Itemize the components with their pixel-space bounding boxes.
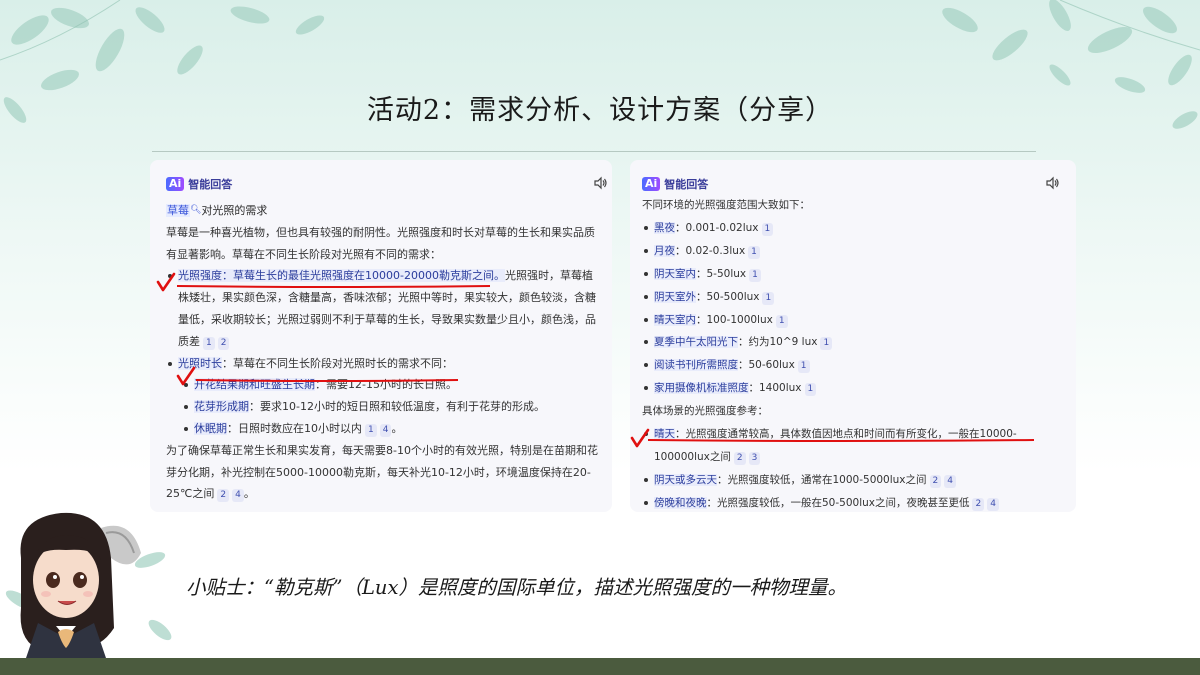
- scene-item-sunny: 晴天：光照强度通常较高，具体数值因地点和时间而有所变化，一般在10000-100…: [642, 423, 1064, 469]
- range-list-item: 晴天室内：100-1000lux 1: [642, 309, 1064, 332]
- sub-item-bud-formation: 花芽形成期：要求10-12小时的短日照和较低温度，有利于花芽的形成。: [166, 396, 600, 418]
- dormancy-head[interactable]: 休眠期: [194, 421, 227, 435]
- citation-ref[interactable]: 2: [217, 336, 230, 350]
- ai-logo-icon: Ai: [166, 177, 185, 191]
- range-list-item: 阴天室外：50-500lux 1: [642, 286, 1064, 309]
- dormancy-tail: 。: [391, 421, 403, 435]
- outro-tail: 。: [243, 487, 255, 501]
- speaker-icon[interactable]: [594, 176, 608, 190]
- ai-answer-panel-left: Ai 智能回答 草莓🔍︎对光照的需求 草莓是一种喜光植物，但也具有较强的耐阴性。…: [150, 160, 612, 512]
- footer-band: [0, 658, 1200, 675]
- ai-answer-label: 智能回答: [188, 178, 233, 191]
- range-value: ：100-1000lux: [696, 313, 773, 326]
- citation-ref[interactable]: 1: [762, 291, 775, 305]
- query-term-link[interactable]: 草莓: [166, 204, 190, 217]
- citation-ref[interactable]: 1: [203, 336, 215, 350]
- list-item-light-intensity: 光照强度：草莓生长的最佳光照强度在10000-20000勒克斯之间。光照强时，草…: [166, 265, 600, 352]
- citation-ref[interactable]: 4: [379, 423, 392, 437]
- light-duration-head[interactable]: 光照时长: [178, 356, 222, 370]
- sub-item-dormancy: 休眠期：日照时数应在10小时以内 1 4。: [166, 418, 600, 440]
- range-label[interactable]: 黑夜: [654, 221, 675, 234]
- range-label[interactable]: 阴天室外: [654, 290, 696, 303]
- scene-intro: 具体场景的光照强度参考：: [642, 405, 768, 418]
- range-list-item: 阴天室内：5-50lux 1: [642, 263, 1064, 286]
- flowering-text: ：需要12-15小时的长日照。: [315, 378, 457, 392]
- citation-ref[interactable]: 4: [987, 497, 999, 511]
- citation-ref[interactable]: 4: [232, 489, 244, 503]
- slide-title: 活动2：需求分析、设计方案（分享）: [366, 95, 834, 126]
- light-intensity-head[interactable]: 光照强度：草莓生长的最佳光照强度在10000-20000勒克斯之间。: [178, 269, 505, 283]
- range-label[interactable]: 家用摄像机标准照度: [654, 382, 749, 395]
- avatar-girl: [20, 512, 141, 658]
- citation-ref[interactable]: 2: [972, 497, 985, 511]
- flowering-head[interactable]: 开花结果期和旺盛生长期: [194, 378, 315, 392]
- sub-item-flowering: 开花结果期和旺盛生长期：需要12-15小时的长日照。: [166, 374, 600, 396]
- range-label[interactable]: 阴天室内: [654, 267, 696, 280]
- citation-ref[interactable]: 2: [929, 474, 942, 488]
- range-value: ：50-60lux: [738, 359, 795, 372]
- speaker-icon[interactable]: [1046, 176, 1060, 190]
- scene-cloudy-head[interactable]: 阴天或多云天: [654, 473, 717, 486]
- citation-ref[interactable]: 4: [944, 474, 956, 488]
- range-list-item: 夏季中午太阳光下：约为10^9 lux 1: [642, 331, 1064, 354]
- range-value: ：0.001-0.02lux: [675, 221, 759, 234]
- answer-body-right: 不同环境的光照强度范围大致如下： 黑夜：0.001-0.02lux 1 月夜：0.0…: [642, 194, 1064, 512]
- range-value: ：5-50lux: [696, 267, 747, 280]
- citation-ref[interactable]: 1: [749, 268, 761, 282]
- scene-evening-head[interactable]: 傍晚和夜晚: [654, 496, 707, 509]
- citation-ref[interactable]: 1: [797, 360, 810, 374]
- dormancy-text: ：日照时数应在10小时以内: [227, 421, 362, 435]
- range-value: ：0.02-0.3lux: [675, 244, 746, 257]
- ai-answer-header: Ai 智能回答: [642, 176, 708, 192]
- tip-text: 小贴士：“勒克斯”（Lux）是照度的国际单位，描述光照强度的一种物理量。: [186, 576, 847, 599]
- range-value: ：50-500lux: [696, 290, 760, 303]
- outro-paragraph: 为了确保草莓正常生长和果实发育，每天需要8-10个小时的有效光照，特别是在苗期和…: [166, 440, 600, 505]
- citation-ref[interactable]: 1: [761, 222, 774, 236]
- citation-ref[interactable]: 1: [775, 314, 788, 328]
- ai-answer-label: 智能回答: [664, 178, 709, 191]
- scene-item-cloudy: 阴天或多云天：光照强度较低，通常在1000-5000lux之间 2 4: [642, 469, 1064, 492]
- ai-answer-header: Ai 智能回答: [166, 176, 232, 192]
- ai-answer-panel-right: Ai 智能回答 不同环境的光照强度范围大致如下： 黑夜：0.001-0.02lu…: [630, 160, 1076, 512]
- intro-paragraph: 草莓是一种喜光植物，但也具有较强的耐阴性。光照强度和时长对草莓的生长和果实品质有…: [166, 225, 595, 261]
- bud-formation-head[interactable]: 花芽形成期: [194, 400, 249, 414]
- ranges-intro: 不同环境的光照强度范围大致如下：: [642, 199, 810, 211]
- light-duration-text: ：草莓在不同生长阶段对光照时长的需求不同：: [222, 356, 453, 370]
- citation-ref[interactable]: 1: [804, 383, 817, 397]
- scene-evening-text: ：光照强度较低，一般在50-500lux之间，夜晚甚至更低: [706, 496, 970, 509]
- range-value: ：1400lux: [748, 382, 802, 395]
- range-list-item: 家用摄像机标准照度：1400lux 1: [642, 377, 1064, 400]
- list-item-light-duration: 光照时长：草莓在不同生长阶段对光照时长的需求不同：: [166, 353, 600, 375]
- range-list-item: 黑夜：0.001-0.02lux 1: [642, 217, 1064, 240]
- outro-text: 为了确保草莓正常生长和果实发育，每天需要8-10个小时的有效光照，特别是在苗期和…: [166, 443, 598, 501]
- bud-formation-text: ：要求10-12小时的短日照和较低温度，有利于花芽的形成。: [249, 400, 545, 414]
- query-line: 草莓🔍︎对光照的需求: [166, 200, 600, 222]
- citation-ref[interactable]: 1: [820, 337, 833, 351]
- range-list-item: 月夜：0.02-0.3lux 1: [642, 240, 1064, 263]
- scene-sunny-text: ：光照强度通常较高，具体数值因地点和时间而有所变化，一般在10000-10000…: [654, 428, 1017, 463]
- scene-cloudy-text: ：光照强度较低，通常在1000-5000lux之间: [717, 473, 927, 486]
- answer-body-left: 草莓🔍︎对光照的需求 草莓是一种喜光植物，但也具有较强的耐阴性。光照强度和时长对…: [166, 200, 600, 505]
- citation-ref[interactable]: 1: [365, 423, 377, 437]
- range-label[interactable]: 阅读书刊所需照度: [654, 359, 738, 372]
- range-label[interactable]: 月夜: [654, 244, 675, 257]
- range-label[interactable]: 晴天室内: [654, 313, 696, 326]
- search-icon[interactable]: 🔍︎: [190, 205, 201, 215]
- scene-item-evening: 傍晚和夜晚：光照强度较低，一般在50-500lux之间，夜晚甚至更低 2 4: [642, 492, 1064, 512]
- citation-ref[interactable]: 2: [217, 489, 230, 503]
- citation-ref[interactable]: 1: [748, 245, 760, 259]
- range-list: 黑夜：0.001-0.02lux 1 月夜：0.02-0.3lux 1 阴天室内：5-5…: [642, 217, 1064, 400]
- query-text: 对光照的需求: [201, 204, 268, 217]
- range-label[interactable]: 夏季中午太阳光下: [654, 336, 738, 349]
- citation-ref[interactable]: 3: [748, 451, 761, 465]
- ai-logo-icon: Ai: [642, 177, 661, 191]
- title-divider: [152, 151, 1036, 152]
- scene-sunny-head[interactable]: 晴天: [654, 428, 675, 441]
- range-value: ：约为10^9 lux: [738, 336, 818, 349]
- range-list-item: 阅读书刊所需照度：50-60lux 1: [642, 354, 1064, 377]
- citation-ref[interactable]: 2: [733, 451, 746, 465]
